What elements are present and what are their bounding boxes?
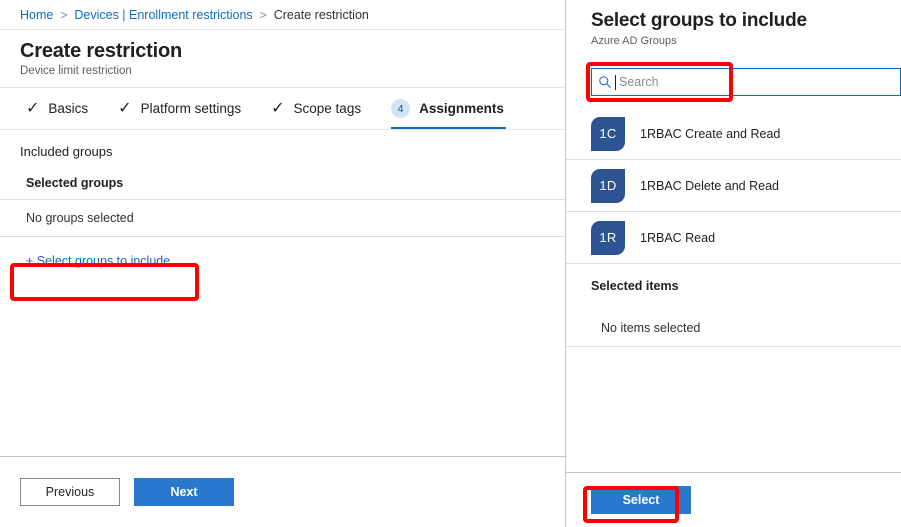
group-list[interactable]: 1C 1RBAC Create and Read 1D 1RBAC Delete… — [566, 108, 901, 267]
tab-label: Platform settings — [140, 101, 242, 116]
selected-items-header: Selected items — [591, 279, 689, 293]
group-name: 1RBAC Read — [640, 230, 716, 245]
avatar: 1R — [591, 220, 625, 255]
select-groups-to-include-link[interactable]: + Select groups to include — [22, 251, 174, 271]
no-items-selected-row: No items selected — [566, 310, 901, 347]
previous-button[interactable]: Previous — [20, 478, 120, 506]
list-item[interactable]: 1C 1RBAC Create and Read — [566, 108, 901, 160]
search-placeholder: Search — [619, 75, 659, 89]
search-icon — [599, 76, 611, 88]
tab-label: Assignments — [419, 101, 504, 116]
selected-groups-column-header: Selected groups — [0, 159, 565, 200]
create-restriction-pane: Home > Devices | Enrollment restrictions… — [0, 0, 566, 527]
check-icon: ✓ — [118, 99, 132, 117]
list-clip-mask — [566, 267, 901, 279]
tab-platform-settings[interactable]: ✓ Platform settings — [118, 88, 241, 129]
text-caret — [615, 74, 616, 90]
app-root: Home > Devices | Enrollment restrictions… — [0, 0, 901, 527]
list-item[interactable]: 1R 1RBAC Read — [566, 212, 901, 264]
tab-assignments[interactable]: 4 Assignments — [391, 88, 506, 129]
list-item[interactable]: 1D 1RBAC Delete and Read — [566, 160, 901, 212]
group-name: 1RBAC Create and Read — [640, 126, 781, 141]
next-button[interactable]: Next — [134, 478, 234, 506]
panel-subtitle: Azure AD Groups — [591, 35, 677, 47]
included-groups-label: Included groups — [20, 144, 113, 159]
breadcrumb-separator-icon: > — [60, 7, 68, 22]
select-button[interactable]: Select — [591, 486, 691, 514]
select-groups-panel: Select groups to include Azure AD Groups… — [566, 0, 901, 527]
search-input[interactable]: Search — [591, 68, 901, 96]
avatar: 1C — [591, 116, 625, 151]
avatar: 1D — [591, 168, 625, 203]
tab-label: Scope tags — [293, 101, 362, 116]
tab-label: Basics — [48, 101, 89, 116]
tab-scope-tags[interactable]: ✓ Scope tags — [271, 88, 361, 129]
page-header: Create restriction Device limit restrict… — [0, 30, 565, 88]
panel-header: Select groups to include Azure AD Groups — [566, 0, 901, 47]
check-icon: ✓ — [26, 99, 40, 117]
check-icon: ✓ — [271, 99, 285, 117]
breadcrumb-item-devices-enrollment-restrictions[interactable]: Devices | Enrollment restrictions — [74, 8, 252, 22]
wizard-footer: Previous Next — [0, 456, 565, 527]
panel-footer: Select — [566, 472, 901, 527]
breadcrumb-item-create-restriction: Create restriction — [273, 7, 369, 22]
group-name: 1RBAC Delete and Read — [640, 178, 779, 193]
breadcrumb-item-home[interactable]: Home — [20, 8, 53, 22]
search-container: Search — [591, 68, 901, 96]
step-number-badge: 4 — [391, 99, 411, 118]
page-subtitle: Device limit restriction — [20, 65, 132, 77]
no-groups-selected-row: No groups selected — [0, 200, 565, 237]
wizard-tabs: ✓ Basics ✓ Platform settings ✓ Scope tag… — [0, 88, 565, 130]
tab-basics[interactable]: ✓ Basics — [26, 88, 88, 129]
page-title: Create restriction — [20, 40, 183, 62]
breadcrumb-separator-icon: > — [259, 7, 267, 22]
breadcrumb: Home > Devices | Enrollment restrictions… — [0, 0, 565, 30]
panel-title: Select groups to include — [591, 10, 807, 31]
